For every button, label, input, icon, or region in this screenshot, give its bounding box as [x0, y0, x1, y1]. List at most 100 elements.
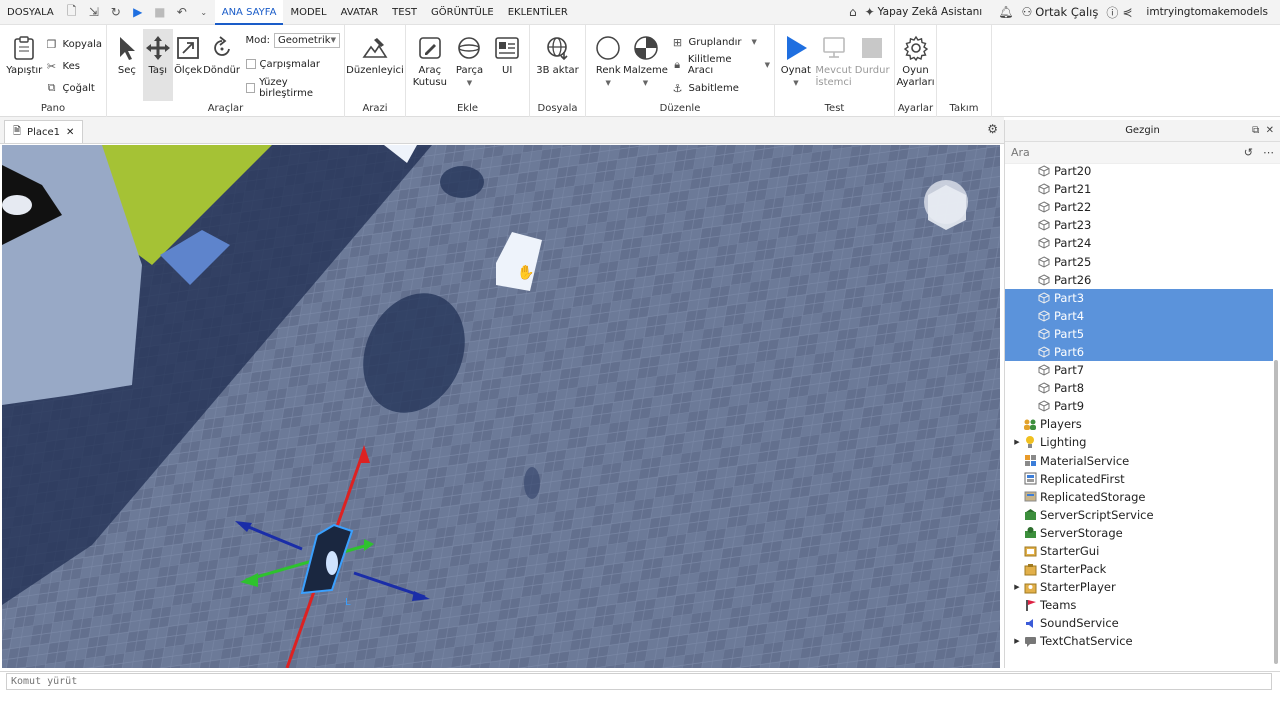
group-caret-icon[interactable]: ▼	[752, 38, 757, 46]
expand-arrow-icon[interactable]: ▶	[1011, 637, 1023, 645]
help-icon[interactable]: ⓘ	[1106, 4, 1118, 21]
notification-bell-icon[interactable]: 🔔︎	[998, 5, 1013, 19]
explorer-item-textchatservice[interactable]: ▶ TextChatService	[1005, 632, 1273, 650]
expand-arrow-icon[interactable]: ▶	[1011, 438, 1023, 446]
stop-button[interactable]: Durdur	[854, 29, 890, 77]
explorer-item-starterpack[interactable]: StarterPack	[1005, 560, 1273, 578]
user-account[interactable]: imtryingtomakemodels	[1142, 6, 1272, 18]
tab-plugins[interactable]: EKLENTİLER	[501, 0, 575, 25]
explorer-search[interactable]: Ara ↺ ⋯	[1005, 142, 1280, 164]
tab-model[interactable]: MODEL	[283, 0, 333, 25]
explorer-search-input[interactable]: Ara	[1011, 146, 1030, 159]
explorer-item-part23[interactable]: Part23	[1005, 216, 1273, 234]
close-panel-icon[interactable]: ✕	[1266, 125, 1274, 136]
play-caret-icon[interactable]: ▼	[793, 77, 798, 89]
scale-tool-button[interactable]: Ölçek	[173, 29, 204, 77]
ui-button[interactable]: UI	[489, 29, 525, 77]
collapse-ribbon-icon[interactable]: ⌂	[849, 5, 857, 19]
explorer-item-part20[interactable]: Part20	[1005, 162, 1273, 180]
mode-dropdown[interactable]: Geometrik ▼	[274, 32, 340, 48]
undock-icon[interactable]: ⧉	[1252, 125, 1259, 136]
group-button[interactable]: ⊞ Gruplandır ▼	[671, 33, 771, 51]
copy-button[interactable]: ❐ Kopyala	[45, 35, 102, 53]
document-tab-place1[interactable]: 🗎 Place1 ✕	[4, 120, 84, 143]
more-options-icon[interactable]: ⋯	[1263, 146, 1274, 159]
import-3d-button[interactable]: 3B aktar	[534, 29, 581, 77]
3d-viewport[interactable]: ✋ L	[2, 145, 1000, 668]
collisions-checkbox[interactable]	[245, 59, 256, 69]
explorer-item-part22[interactable]: Part22	[1005, 198, 1273, 216]
material-caret-icon[interactable]: ▼	[643, 77, 648, 89]
material-button[interactable]: Malzeme ▼	[623, 29, 668, 89]
ai-assistant-button[interactable]: ✦ Yapay Zekâ Asistanı	[861, 5, 987, 19]
color-button[interactable]: Renk ▼	[590, 29, 627, 89]
part-button[interactable]: Parça ▼	[450, 29, 490, 89]
quick-stop-icon[interactable]: ■	[149, 0, 171, 25]
open-file-icon[interactable]: ⇲	[83, 0, 105, 25]
explorer-item-teams[interactable]: Teams	[1005, 596, 1273, 614]
explorer-item-part3[interactable]: Part3	[1005, 288, 1273, 307]
customize-caret-icon[interactable]: ⌄	[193, 0, 215, 25]
explorer-item-starterplayer[interactable]: ▶ StarterPlayer	[1005, 578, 1273, 596]
anchor-button[interactable]: ⚓ Sabitleme	[671, 79, 771, 97]
viewport-settings-icon[interactable]: ⚙	[987, 122, 998, 136]
explorer-item-part25[interactable]: Part25	[1005, 252, 1273, 270]
explorer-item-part5[interactable]: Part5	[1005, 324, 1273, 343]
explorer-item-part4[interactable]: Part4	[1005, 306, 1273, 325]
lock-tool-button[interactable]: 🔒︎ Kilitleme Aracı ▼	[671, 54, 770, 76]
explorer-item-part26[interactable]: Part26	[1005, 271, 1273, 289]
part-caret-icon[interactable]: ▼	[467, 77, 472, 89]
terrain-editor-button[interactable]: Düzenleyici	[346, 29, 404, 77]
explorer-item-part7[interactable]: Part7	[1005, 361, 1273, 379]
explorer-scrollbar[interactable]	[1274, 360, 1278, 664]
explorer-item-replicatedstorage[interactable]: ReplicatedStorage	[1005, 488, 1273, 506]
new-file-icon[interactable]: 🗋	[61, 0, 83, 25]
explorer-item-players[interactable]: Players	[1005, 415, 1273, 433]
explorer-item-part21[interactable]: Part21	[1005, 180, 1273, 198]
explorer-item-serverstorage[interactable]: ServerStorage	[1005, 524, 1273, 542]
tab-avatar[interactable]: AVATAR	[334, 0, 386, 25]
tab-home[interactable]: ANA SAYFA	[214, 0, 284, 25]
collaborate-button[interactable]: ⚇ Ortak Çalış	[1017, 5, 1102, 19]
share-icon[interactable]: ⋞	[1122, 5, 1132, 19]
game-settings-button[interactable]: Oyun Ayarları	[896, 29, 935, 89]
explorer-item-part8[interactable]: Part8	[1005, 379, 1273, 397]
undo-icon[interactable]: ↶	[171, 0, 193, 25]
expand-arrow-icon[interactable]: ▶	[1011, 583, 1023, 591]
explorer-item-soundservice[interactable]: SoundService	[1005, 614, 1273, 632]
quick-play-icon[interactable]: ▶	[127, 0, 149, 25]
history-icon[interactable]: ↺	[1244, 146, 1253, 159]
play-button[interactable]: Oynat ▼	[779, 29, 813, 89]
tab-test[interactable]: TEST	[385, 0, 424, 25]
file-menu[interactable]: DOSYALA	[0, 0, 61, 25]
explorer-item-materialservice[interactable]: MaterialService	[1005, 452, 1273, 470]
explorer-item-lighting[interactable]: ▶ Lighting	[1005, 433, 1273, 451]
surface-join-toggle[interactable]: Yüzey birleştirme	[245, 77, 340, 99]
current-client-button[interactable]: Mevcut İstemci	[815, 29, 853, 89]
select-tool-button[interactable]: Seç	[111, 29, 143, 77]
surface-join-checkbox[interactable]	[245, 83, 256, 93]
server-script-icon	[1023, 508, 1037, 522]
paste-button[interactable]: Yapıştır	[4, 29, 45, 77]
explorer-item-startergui[interactable]: StarterGui	[1005, 542, 1273, 560]
redo-icon[interactable]: ↻	[105, 0, 127, 25]
explorer-item-part24[interactable]: Part24	[1005, 234, 1273, 252]
group-label-insert: Ekle	[456, 103, 479, 114]
toolbox-button[interactable]: Araç Kutusu	[410, 29, 450, 89]
command-input[interactable]	[6, 673, 1272, 690]
close-tab-icon[interactable]: ✕	[66, 127, 74, 138]
duplicate-button[interactable]: ⧉ Çoğalt	[45, 79, 102, 97]
cut-button[interactable]: ✂ Kes	[45, 57, 102, 75]
collisions-toggle[interactable]: Çarpışmalar	[245, 55, 340, 73]
explorer-item-part6[interactable]: Part6	[1005, 342, 1273, 362]
explorer-item-replicatedfirst[interactable]: ReplicatedFirst	[1005, 470, 1273, 488]
tab-view[interactable]: GÖRÜNTÜLE	[424, 0, 501, 25]
mode-selector: Mod: Geometrik ▼	[246, 31, 340, 49]
explorer-item-part9[interactable]: Part9	[1005, 397, 1273, 415]
color-caret-icon[interactable]: ▼	[606, 77, 611, 89]
explorer-item-serverscriptservice[interactable]: ServerScriptService	[1005, 506, 1273, 524]
status-area	[0, 691, 1280, 720]
move-tool-button[interactable]: Taşı	[142, 29, 173, 101]
rotate-tool-button[interactable]: Döndür	[203, 29, 240, 77]
lock-caret-icon[interactable]: ▼	[765, 61, 770, 69]
